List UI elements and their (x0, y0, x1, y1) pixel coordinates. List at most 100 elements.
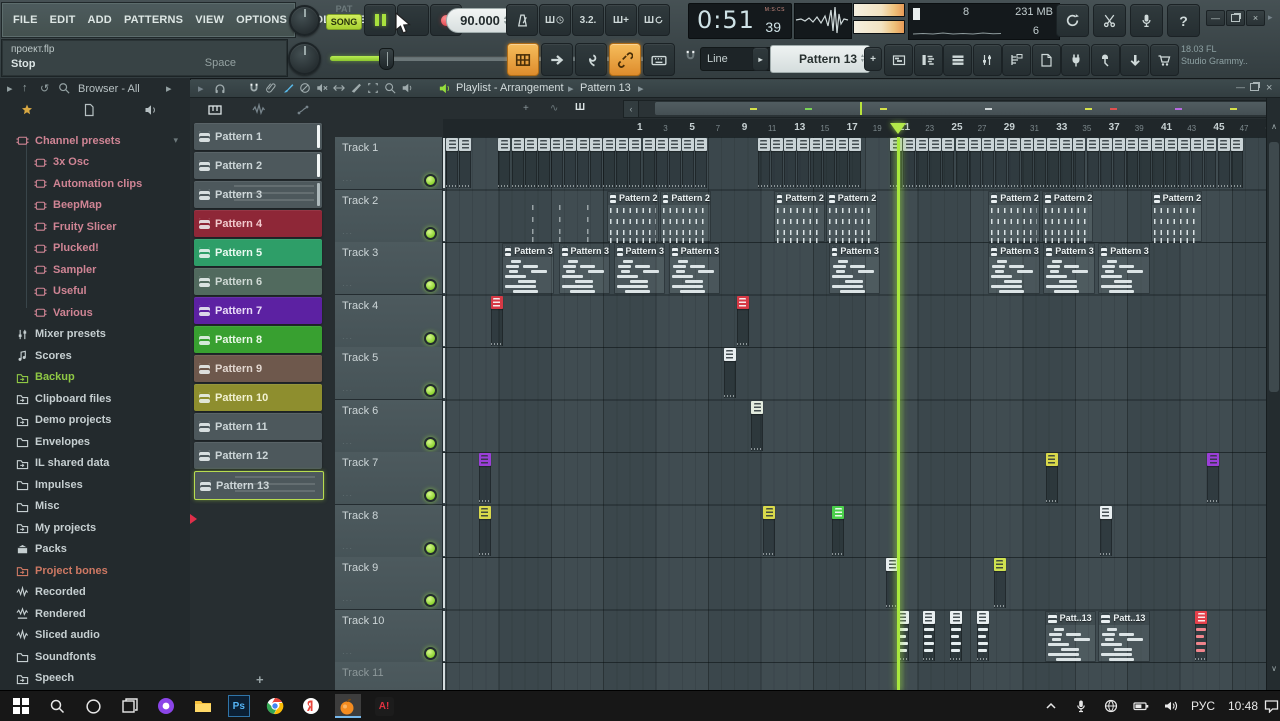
track-header-3[interactable]: Track 3··· (335, 242, 443, 295)
button-playlist[interactable] (884, 44, 913, 76)
pattern-clip[interactable] (832, 506, 844, 557)
pattern-clip[interactable] (1165, 138, 1177, 189)
pattern-clip[interactable] (942, 138, 954, 189)
pattern-clip[interactable] (724, 348, 736, 399)
overview-scrollbar[interactable] (638, 100, 1280, 118)
track-mute-led[interactable] (424, 227, 437, 240)
track-header-11[interactable]: Track 11··· (335, 662, 443, 690)
tree-item-misc[interactable]: Misc (0, 496, 188, 517)
pattern-clip[interactable] (1100, 138, 1112, 189)
pattern-clip[interactable] (797, 138, 809, 189)
search-icon[interactable] (58, 82, 70, 97)
track-mute-led[interactable] (424, 279, 437, 292)
pattern-clip[interactable] (1231, 138, 1243, 189)
window-close-icon[interactable]: × (1266, 82, 1272, 94)
track-mute-led[interactable] (424, 384, 437, 397)
track-options[interactable]: ··· (342, 491, 353, 500)
tree-item-rendered[interactable]: Rendered (0, 603, 188, 624)
tree-item-packs[interactable]: Packs (0, 539, 188, 560)
pattern-clip[interactable] (1046, 453, 1058, 504)
pattern-clip[interactable] (1218, 138, 1230, 189)
window-minimize-icon[interactable]: — (1236, 82, 1245, 92)
tree-item-fruity-slicer[interactable]: Fruity Slicer (0, 216, 188, 237)
pattern-clip[interactable] (758, 138, 770, 189)
button-help[interactable]: ? (1167, 4, 1200, 37)
button-piano-roll[interactable] (914, 44, 943, 76)
track-header-9[interactable]: Track 9··· (335, 557, 443, 610)
song-label[interactable]: SONG (326, 14, 362, 30)
taskbar-taskview[interactable] (117, 694, 143, 718)
pattern-clip[interactable] (1047, 138, 1059, 189)
pattern-clip[interactable]: Pattern 3 (988, 243, 1039, 294)
pattern-clip[interactable] (603, 138, 615, 189)
pattern-clip[interactable] (479, 453, 491, 504)
button-plugin-database[interactable] (1061, 44, 1090, 76)
preview-speaker-icon[interactable] (438, 82, 451, 95)
pattern-clip[interactable] (1195, 611, 1207, 662)
taskbar-yandex[interactable] (298, 694, 324, 718)
pattern-clip[interactable] (823, 138, 835, 189)
button-glide[interactable] (575, 43, 607, 76)
pattern-clip[interactable] (982, 138, 994, 189)
pattern-clip[interactable] (695, 138, 707, 189)
automation-icon[interactable]: ∿ (550, 103, 558, 114)
tool-playback-icon[interactable] (401, 82, 413, 94)
pattern-clip[interactable] (512, 138, 524, 189)
tree-item-project-bones[interactable]: Project bones (0, 560, 188, 581)
pattern-clip[interactable] (551, 138, 563, 189)
track-options[interactable]: ··· (342, 649, 353, 658)
track-options[interactable]: ··· (342, 386, 353, 395)
pattern-clip[interactable] (643, 138, 655, 189)
tree-item-automation-clips[interactable]: Automation clips (0, 173, 188, 194)
pattern-clip[interactable] (1113, 138, 1125, 189)
button-mixer[interactable] (973, 44, 1002, 76)
up-icon[interactable]: ↑ (22, 82, 28, 94)
toolbar-expand-arrow[interactable]: ▸ (1268, 12, 1273, 23)
pattern-clip[interactable] (616, 138, 628, 189)
window-restore-icon[interactable] (1250, 82, 1259, 94)
time-display[interactable]: 0:51 39 M:S:CS (688, 3, 792, 39)
scroll-up-button[interactable]: ∧ (1267, 120, 1280, 134)
button-blend-recording[interactable]: Ш (539, 4, 571, 36)
pattern-row-10[interactable]: Pattern 10 (194, 384, 322, 411)
track-header-10[interactable]: Track 10··· (335, 610, 443, 663)
headphones-icon[interactable] (214, 82, 226, 94)
taskbar-photoshop[interactable]: Ps (226, 694, 252, 718)
button-metronome[interactable] (506, 4, 538, 36)
pattern-clip[interactable] (763, 506, 775, 557)
taskbar-aimp[interactable]: A! (371, 694, 397, 718)
track-options[interactable]: ··· (342, 596, 353, 605)
restore-button[interactable] (1226, 10, 1245, 26)
pattern-row-4[interactable]: Pattern 4 (194, 210, 322, 237)
pattern-row-13[interactable]: Pattern 13 (194, 471, 324, 500)
track-mute-led[interactable] (424, 542, 437, 555)
tree-item-channel-presets[interactable]: Channel presets▾ (0, 130, 188, 151)
track-header-2[interactable]: Track 2··· (335, 190, 443, 243)
pattern-clip[interactable] (682, 138, 694, 189)
pattern-clip[interactable] (1073, 138, 1085, 189)
pattern-clip[interactable] (656, 138, 668, 189)
add-pattern-button[interactable]: + (864, 47, 882, 71)
minimize-button[interactable]: — (1206, 10, 1225, 26)
pattern-row-7[interactable]: Pattern 7 (194, 297, 322, 324)
tree-item-plucked-[interactable]: Plucked! (0, 238, 188, 259)
pat-label[interactable]: PAT (326, 4, 362, 14)
tool-magnet-icon[interactable] (248, 82, 260, 94)
pattern-clip[interactable] (771, 138, 783, 189)
pattern-clip[interactable] (916, 138, 928, 189)
track-options[interactable]: ··· (342, 281, 353, 290)
tool-paperclip-icon[interactable] (265, 82, 277, 94)
pattern-clip[interactable] (1100, 506, 1112, 557)
menu-file[interactable]: FILE (7, 14, 44, 26)
taskbar-flstudio[interactable] (335, 694, 361, 718)
button-plugin-picker[interactable] (1032, 44, 1061, 76)
pattern-clip-ghost[interactable] (585, 191, 597, 242)
browser-title[interactable]: Browser - All (78, 83, 140, 95)
vertical-scrollbar[interactable]: ∧ ∨ (1266, 98, 1280, 690)
add-marker-icon[interactable]: + (523, 103, 529, 114)
button-link-channels[interactable] (609, 43, 641, 76)
pattern-row-1[interactable]: Pattern 1 (194, 123, 322, 150)
tray-battery[interactable] (1130, 694, 1152, 718)
pattern-clip[interactable] (751, 401, 763, 452)
oscilloscope[interactable] (794, 3, 852, 39)
